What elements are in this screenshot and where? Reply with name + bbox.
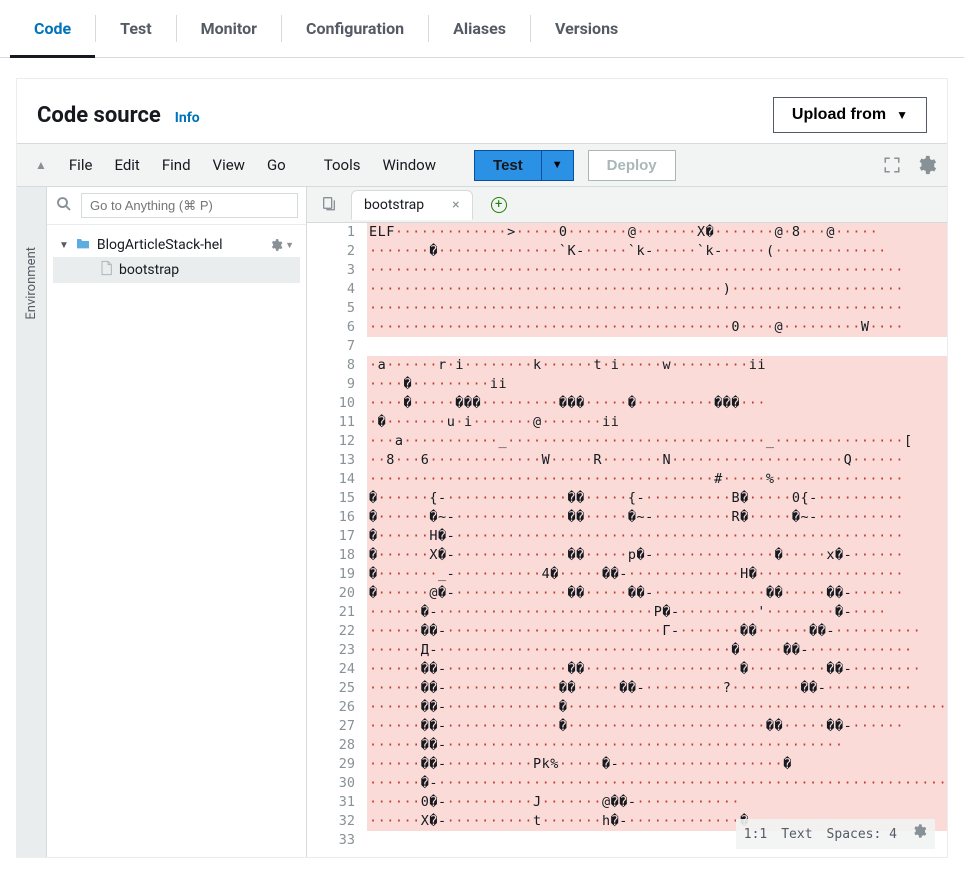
panel-title: Code source xyxy=(37,103,161,128)
line-gutter: 1234567891011121314151617181920212223242… xyxy=(307,223,367,857)
code-content[interactable]: ELF·············>·····0·······@·······X�… xyxy=(367,223,947,857)
chevron-down-icon: ▼ xyxy=(59,240,69,251)
tab-list-icon[interactable] xyxy=(307,195,351,215)
menu-window[interactable]: Window xyxy=(372,152,446,178)
tab-test[interactable]: Test xyxy=(96,0,175,57)
menu-edit[interactable]: Edit xyxy=(104,152,149,178)
info-link[interactable]: Info xyxy=(175,110,200,126)
search-icon[interactable] xyxy=(55,195,73,217)
menu-file[interactable]: File xyxy=(59,152,103,178)
goto-anything-input[interactable] xyxy=(81,193,298,218)
gear-icon[interactable] xyxy=(911,823,927,845)
gear-icon[interactable] xyxy=(915,154,937,176)
tree-folder[interactable]: ▼ BlogArticleStack-hel ▼ xyxy=(53,233,300,257)
menu-find[interactable]: Find xyxy=(152,152,201,178)
caret-down-icon: ▼ xyxy=(896,108,908,122)
ide-toolbar: ▲ File Edit Find View Go Tools Window Te… xyxy=(17,143,947,187)
editor-pane: bootstrap × + 12345678910111213141516171… xyxy=(307,187,947,857)
tab-versions[interactable]: Versions xyxy=(531,0,642,57)
collapse-arrow-icon[interactable]: ▲ xyxy=(27,158,55,172)
tab-code[interactable]: Code xyxy=(10,0,95,57)
editor-tab-label: bootstrap xyxy=(364,197,424,213)
editor-tab-row: bootstrap × + xyxy=(307,187,947,223)
indent-setting[interactable]: Spaces: 4 xyxy=(827,825,897,844)
file-explorer: ▼ BlogArticleStack-hel ▼ bootstrap xyxy=(47,187,307,857)
add-tab-button[interactable]: + xyxy=(491,197,507,213)
cursor-position[interactable]: 1:1 xyxy=(744,825,767,844)
code-source-panel: Code source Info Upload from ▼ ▲ File Ed… xyxy=(16,78,948,858)
ide-body: Environment ▼ BlogArticleStack-hel xyxy=(17,187,947,857)
editor-file-tab[interactable]: bootstrap × xyxy=(351,190,473,220)
upload-from-button[interactable]: Upload from ▼ xyxy=(773,97,927,133)
file-icon xyxy=(99,260,113,280)
main-tabs: Code Test Monitor Configuration Aliases … xyxy=(0,0,964,58)
deploy-button: Deploy xyxy=(588,150,676,181)
tab-monitor[interactable]: Monitor xyxy=(177,0,281,57)
tab-aliases[interactable]: Aliases xyxy=(429,0,530,57)
menu-tools[interactable]: Tools xyxy=(314,152,371,178)
test-dropdown-button[interactable]: ▼ xyxy=(542,150,574,181)
tab-configuration[interactable]: Configuration xyxy=(282,0,428,57)
fullscreen-icon[interactable] xyxy=(883,156,901,174)
file-name: bootstrap xyxy=(119,262,179,278)
syntax-mode[interactable]: Text xyxy=(781,825,812,844)
panel-header: Code source Info Upload from ▼ xyxy=(17,79,947,143)
menu-view[interactable]: View xyxy=(203,152,255,178)
editor-status-bar: 1:1 Text Spaces: 4 xyxy=(736,819,935,849)
environment-label: Environment xyxy=(24,247,39,320)
close-icon[interactable]: × xyxy=(452,197,459,213)
folder-name: BlogArticleStack-hel xyxy=(97,237,223,253)
tree-file[interactable]: bootstrap xyxy=(53,257,300,283)
code-editor[interactable]: 1234567891011121314151617181920212223242… xyxy=(307,223,947,857)
environment-rail[interactable]: Environment xyxy=(17,187,47,857)
upload-from-label: Upload from xyxy=(792,106,886,124)
folder-icon xyxy=(75,236,91,254)
folder-settings-icon[interactable]: ▼ xyxy=(269,238,294,252)
menu-go[interactable]: Go xyxy=(257,152,296,178)
test-button[interactable]: Test xyxy=(474,150,542,181)
